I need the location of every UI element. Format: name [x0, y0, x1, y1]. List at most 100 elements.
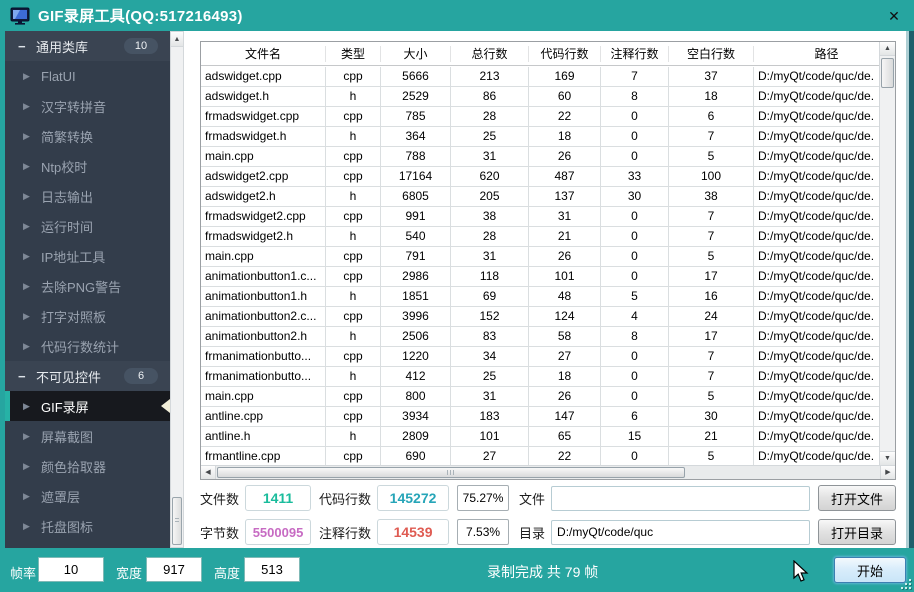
column-header[interactable]: 路径 [754, 46, 895, 62]
sidebar-item[interactable]: ▶ 遮罩层 [5, 481, 170, 511]
height-input[interactable] [244, 557, 300, 582]
table-row[interactable]: main.cpp cpp 800 31 26 0 5 D:/myQt/code/… [201, 387, 879, 407]
table-row[interactable]: frmantline.cpp cpp 690 27 22 0 5 D:/myQt… [201, 447, 879, 465]
files-count-field[interactable] [245, 485, 311, 511]
open-dir-button[interactable]: 打开目录 [818, 519, 896, 545]
table-cell-code-lines: 18 [529, 367, 601, 386]
table-cell-total-lines: 205 [451, 187, 529, 206]
table-row[interactable]: frmadswidget.h h 364 25 18 0 7 D:/myQt/c… [201, 127, 879, 147]
table-cell-type: cpp [326, 167, 381, 186]
column-header[interactable]: 大小 [381, 46, 451, 62]
table-row[interactable]: animationbutton1.h h 1851 69 48 5 16 D:/… [201, 287, 879, 307]
scroll-right-arrow-icon[interactable]: ▶ [880, 466, 895, 479]
sidebar-item-label: 打字对照板 [41, 307, 106, 326]
scroll-up-arrow-icon[interactable]: ▲ [880, 42, 895, 56]
sidebar-item[interactable]: ▶ 汉字转拼音 [5, 91, 170, 121]
column-header[interactable]: 代码行数 [529, 46, 601, 62]
open-file-button[interactable]: 打开文件 [818, 485, 896, 511]
table-row[interactable]: main.cpp cpp 791 31 26 0 5 D:/myQt/code/… [201, 247, 879, 267]
fps-input[interactable] [38, 557, 104, 582]
column-header[interactable]: 空白行数 [669, 46, 754, 62]
dir-path-input[interactable] [551, 520, 810, 545]
table-vscroll-thumb[interactable] [881, 58, 894, 88]
sidebar-item[interactable]: ▶ 屏幕截图 [5, 421, 170, 451]
sidebar-scrollbar[interactable]: ▲ [170, 31, 184, 548]
table-row[interactable]: adswidget2.cpp cpp 17164 620 487 33 100 … [201, 167, 879, 187]
collapse-minus-icon: − [18, 39, 36, 54]
table-row[interactable]: antline.cpp cpp 3934 183 147 6 30 D:/myQ… [201, 407, 879, 427]
sidebar-item-label: 颜色拾取器 [41, 457, 106, 476]
table-row[interactable]: frmadswidget.cpp cpp 785 28 22 0 6 D:/my… [201, 107, 879, 127]
table-cell-path: D:/myQt/code/quc/de. [754, 307, 879, 326]
table-row[interactable]: frmadswidget2.cpp cpp 991 38 31 0 7 D:/m… [201, 207, 879, 227]
table-vertical-scrollbar[interactable]: ▲ ▼ [879, 42, 895, 465]
column-header[interactable]: 总行数 [451, 46, 529, 62]
table-cell-comment-lines: 0 [601, 127, 669, 146]
table-row[interactable]: frmanimationbutto... h 412 25 18 0 7 D:/… [201, 367, 879, 387]
table-row[interactable]: adswidget2.h h 6805 205 137 30 38 D:/myQ… [201, 187, 879, 207]
table-cell-code-lines: 58 [529, 327, 601, 346]
table-cell-path: D:/myQt/code/quc/de. [754, 87, 879, 106]
scroll-up-arrow-icon[interactable]: ▲ [171, 32, 183, 47]
sidebar-item[interactable]: ▶ 代码行数统计 [5, 331, 170, 361]
table-row[interactable]: animationbutton1.c... cpp 2986 118 101 0… [201, 267, 879, 287]
sidebar-group-header[interactable]: − 不可见控件 6 [5, 361, 170, 391]
code-lines-field[interactable] [377, 485, 449, 511]
table-cell-type: cpp [326, 267, 381, 286]
window-frame-right [904, 31, 914, 548]
table-row[interactable]: frmadswidget2.h h 540 28 21 0 7 D:/myQt/… [201, 227, 879, 247]
sidebar-item[interactable]: ▶ Ntp校时 [5, 151, 170, 181]
sidebar-item[interactable]: ▶ 打字对照板 [5, 301, 170, 331]
sidebar-item[interactable]: ▶ FlatUI [5, 61, 170, 91]
sidebar-item[interactable]: ▶ 日志输出 [5, 181, 170, 211]
sidebar-group-header[interactable]: − 通用类库 10 [5, 31, 170, 61]
sidebar-item[interactable]: ▶ 运行时间 [5, 211, 170, 241]
sidebar-item-label: 遮罩层 [41, 487, 80, 506]
sidebar-item[interactable]: ▶ 去除PNG警告 [5, 271, 170, 301]
start-button[interactable]: 开始 [834, 557, 906, 583]
table-row[interactable]: animationbutton2.h h 2506 83 58 8 17 D:/… [201, 327, 879, 347]
comment-lines-field[interactable] [377, 519, 449, 545]
table-hscroll-thumb[interactable] [217, 467, 685, 478]
column-header[interactable]: 文件名 [201, 46, 326, 62]
table-cell-size: 2529 [381, 87, 451, 106]
scroll-left-arrow-icon[interactable]: ◀ [201, 466, 216, 479]
table-cell-total-lines: 25 [451, 127, 529, 146]
table-cell-code-lines: 22 [529, 107, 601, 126]
width-input[interactable] [146, 557, 202, 582]
file-path-input[interactable] [551, 486, 810, 511]
column-header[interactable]: 类型 [326, 46, 381, 62]
resize-grip[interactable] [900, 578, 912, 590]
chevron-right-icon: ▶ [23, 221, 41, 232]
table-row[interactable]: animationbutton2.c... cpp 3996 152 124 4… [201, 307, 879, 327]
table-cell-path: D:/myQt/code/quc/de. [754, 447, 879, 465]
table-cell-path: D:/myQt/code/quc/de. [754, 107, 879, 126]
table-cell-size: 800 [381, 387, 451, 406]
close-icon[interactable]: ✕ [884, 6, 904, 26]
table-row[interactable]: frmanimationbutto... cpp 1220 34 27 0 7 … [201, 347, 879, 367]
file-label: 文件 [519, 489, 545, 508]
table-cell-path: D:/myQt/code/quc/de. [754, 347, 879, 366]
sidebar-item[interactable]: ▶ 简繁转换 [5, 121, 170, 151]
sidebar-group-badge: 10 [124, 38, 158, 54]
table-cell-path: D:/myQt/code/quc/de. [754, 227, 879, 246]
table-cell-code-lines: 18 [529, 127, 601, 146]
table-cell-code-lines: 169 [529, 67, 601, 86]
sidebar-item[interactable]: ▶ 托盘图标 [5, 511, 170, 541]
chevron-right-icon: ▶ [23, 161, 41, 172]
table-row[interactable]: antline.h h 2809 101 65 15 21 D:/myQt/co… [201, 427, 879, 447]
bytes-count-field[interactable] [245, 519, 311, 545]
table-cell-size: 364 [381, 127, 451, 146]
scroll-down-arrow-icon[interactable]: ▼ [880, 451, 895, 465]
column-header[interactable]: 注释行数 [601, 46, 669, 62]
sidebar-item[interactable]: ▶ GIF录屏 [5, 391, 170, 421]
sidebar-item[interactable]: ▶ IP地址工具 [5, 241, 170, 271]
table-row[interactable]: adswidget.h h 2529 86 60 8 18 D:/myQt/co… [201, 87, 879, 107]
sidebar-scrollbar-thumb[interactable] [172, 497, 182, 545]
table-cell-filename: main.cpp [201, 147, 326, 166]
app-window: GIF录屏工具(QQ:517216493) ✕ − 通用类库 10 ▶ Flat… [0, 0, 914, 592]
table-horizontal-scrollbar[interactable]: ◀ ▶ [201, 465, 895, 479]
table-row[interactable]: adswidget.cpp cpp 5666 213 169 7 37 D:/m… [201, 67, 879, 87]
sidebar-item[interactable]: ▶ 颜色拾取器 [5, 451, 170, 481]
table-row[interactable]: main.cpp cpp 788 31 26 0 5 D:/myQt/code/… [201, 147, 879, 167]
